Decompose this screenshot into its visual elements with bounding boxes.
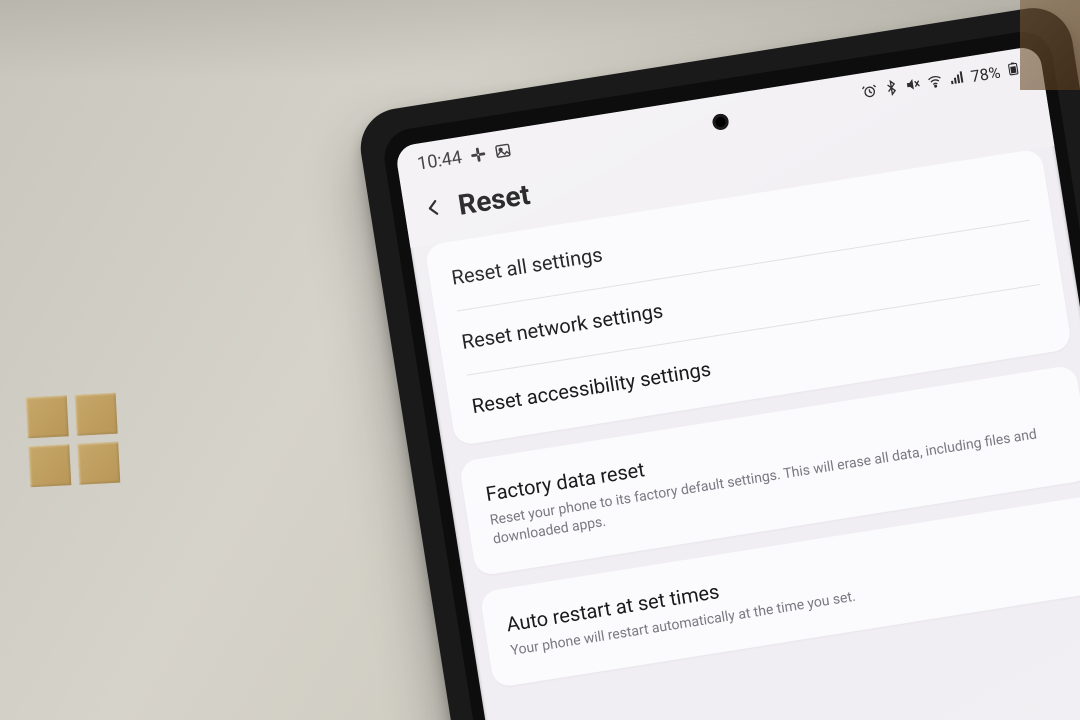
battery-icon <box>1005 59 1024 81</box>
photo-scene: 10:44 78% <box>0 0 1080 720</box>
bluetooth-icon <box>882 78 901 100</box>
signal-icon <box>948 68 967 90</box>
status-time: 10:44 <box>416 147 464 175</box>
battery-percent: 78% <box>969 63 1001 86</box>
wifi-icon <box>926 71 945 93</box>
surface-logo <box>26 393 121 488</box>
image-icon <box>493 141 512 160</box>
phone: 10:44 78% <box>355 2 1080 720</box>
alarm-icon <box>861 82 880 104</box>
phone-screen: 10:44 78% <box>395 45 1080 720</box>
mute-icon <box>904 75 923 97</box>
page-title: Reset <box>456 178 532 222</box>
slack-icon <box>468 145 487 164</box>
back-button[interactable] <box>421 194 447 225</box>
